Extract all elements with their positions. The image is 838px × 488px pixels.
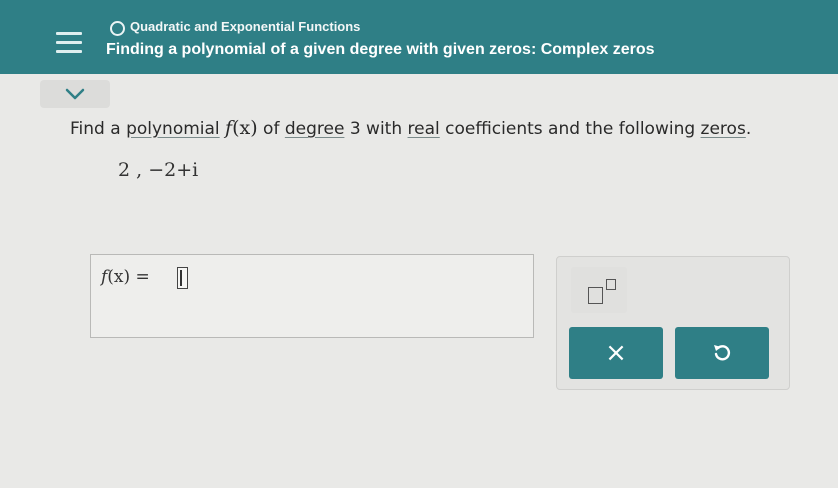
- exponent-button[interactable]: [571, 267, 627, 313]
- undo-icon: [714, 345, 731, 361]
- circle-outline-icon: [110, 21, 125, 36]
- prompt-text-2: of: [257, 119, 285, 139]
- prompt-text-3: with: [366, 119, 408, 139]
- clear-button[interactable]: ×: [569, 327, 663, 379]
- degree-link[interactable]: degree: [285, 119, 345, 139]
- collapse-button[interactable]: [40, 80, 110, 108]
- prompt-text-1: Find a: [70, 119, 127, 139]
- x-icon: ×: [605, 338, 627, 368]
- prompt-text-4: coefficients and the following: [439, 119, 701, 139]
- function-notation: f(x): [225, 117, 258, 139]
- topic-title: Quadratic and Exponential Functions: [130, 19, 361, 34]
- function-arg: (x): [232, 117, 258, 139]
- chevron-down-icon: [65, 88, 85, 100]
- zeros-link[interactable]: zeros: [701, 119, 746, 139]
- hamburger-menu-icon[interactable]: [56, 32, 82, 54]
- undo-button[interactable]: [675, 327, 769, 379]
- answer-area[interactable]: f(x) =: [90, 254, 534, 338]
- answer-label: f(x) =: [101, 267, 150, 287]
- degree-value: 3: [344, 119, 367, 139]
- zeros-list: 2 , −2+i: [118, 159, 199, 181]
- prompt-text-5: .: [745, 119, 752, 139]
- answer-input[interactable]: [177, 267, 188, 289]
- question-prompt: Find a polynomial f(x) of degree 3 with …: [70, 117, 751, 139]
- text-cursor: [180, 270, 182, 286]
- polynomial-link[interactable]: polynomial: [126, 119, 220, 139]
- page-title: Finding a polynomial of a given degree w…: [106, 41, 655, 58]
- math-keypad: ×: [556, 256, 790, 390]
- header-bar: Quadratic and Exponential Functions Find…: [0, 0, 838, 74]
- answer-label-rest: (x) =: [107, 267, 150, 287]
- real-link[interactable]: real: [408, 119, 440, 139]
